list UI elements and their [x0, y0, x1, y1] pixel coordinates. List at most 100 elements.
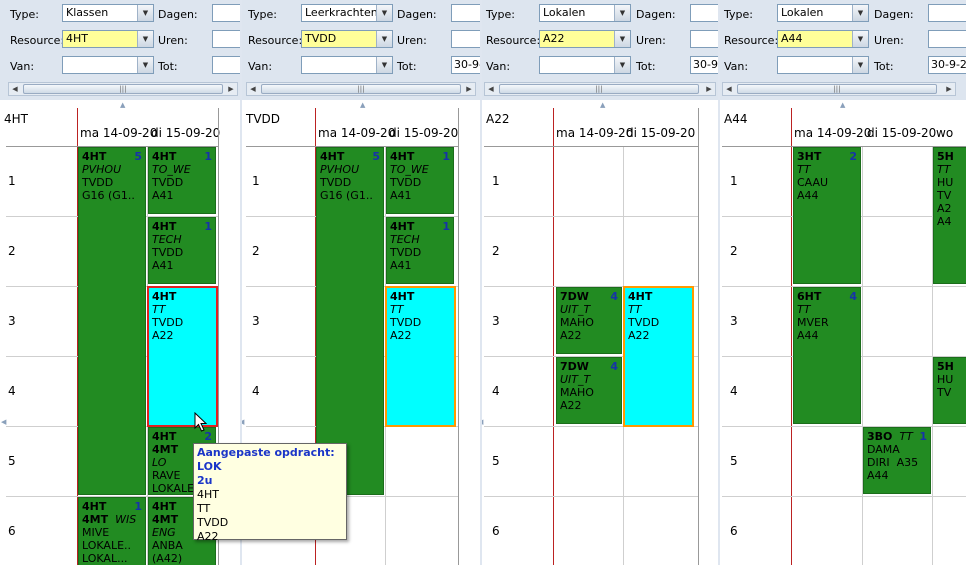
filter-bar: Type: Klassen ▼ Dagen: Resource: 4HT ▼ Ure…: [0, 0, 240, 100]
lesson-card[interactable]: 1 4HT TECH TVDD A41: [386, 217, 454, 284]
type-select[interactable]: Lokalen ▼: [539, 4, 631, 22]
splitter-left-icon[interactable]: ◀: [1, 418, 6, 426]
type-label: Type:: [248, 8, 277, 21]
period-2: 2: [492, 244, 500, 258]
uren-input[interactable]: [928, 30, 966, 48]
lesson-card[interactable]: 1 3BO TT DAMA DIRI A35 A44: [863, 427, 931, 494]
day-header-mon: ma 14-09-20: [318, 126, 396, 140]
selected-lesson-card[interactable]: 4HT TT TVDD A22: [385, 286, 456, 427]
scroll-left-icon[interactable]: ◀: [9, 83, 21, 95]
scroll-left-icon[interactable]: ◀: [247, 83, 259, 95]
horizontal-scrollbar[interactable]: ◀ ||| ▶: [484, 82, 716, 96]
chevron-down-icon[interactable]: ▼: [137, 57, 153, 73]
dagen-input[interactable]: [690, 4, 720, 22]
grid-resource-name: TVDD: [246, 112, 281, 126]
tot-input[interactable]: 30-9-20: [690, 56, 720, 74]
lesson-card[interactable]: 5H TT HU TV A2 A4: [933, 147, 966, 284]
lesson-card[interactable]: 1 4HT TECH TVDD A41: [148, 217, 216, 284]
resource-select[interactable]: 4HT ▼: [62, 30, 154, 48]
horizontal-scrollbar[interactable]: ◀ ||| ▶: [8, 82, 238, 96]
tooltip-line: TVDD: [197, 516, 229, 529]
resource-select[interactable]: A22 ▼: [539, 30, 631, 48]
selected-lesson-card[interactable]: 4HT TT TVDD A22: [623, 286, 694, 427]
uren-input[interactable]: [212, 30, 240, 48]
dagen-input[interactable]: [212, 4, 240, 22]
van-select[interactable]: ▼: [539, 56, 631, 74]
selected-lesson-card[interactable]: 4HT TT TVDD A22: [147, 286, 218, 427]
period-5: 5: [492, 454, 500, 468]
tot-input[interactable]: 30-9-20: [928, 56, 966, 74]
resource-select[interactable]: TVDD ▼: [301, 30, 393, 48]
chevron-down-icon[interactable]: ▼: [852, 31, 868, 47]
period-2: 2: [252, 244, 260, 258]
period-3: 3: [730, 314, 738, 328]
lesson-card[interactable]: 5H HU TV: [933, 357, 966, 424]
chevron-down-icon[interactable]: ▼: [137, 5, 153, 21]
lesson-card[interactable]: 1 4HT 4MT WIS MIVE LOKALE.. LOKAL...: [78, 497, 146, 565]
scroll-thumb[interactable]: |||: [261, 84, 461, 94]
scroll-right-icon[interactable]: ▶: [463, 83, 475, 95]
chevron-down-icon[interactable]: ▼: [614, 57, 630, 73]
scroll-left-icon[interactable]: ◀: [485, 83, 497, 95]
uren-input[interactable]: [451, 30, 480, 48]
scroll-thumb[interactable]: |||: [737, 84, 937, 94]
type-select[interactable]: Leerkrachten ▼: [301, 4, 393, 22]
day-header-mon: ma 14-09-20: [794, 126, 872, 140]
lesson-card[interactable]: 1 4HT TO_WE TVDD A41: [386, 147, 454, 214]
panel-splitter[interactable]: [480, 0, 482, 565]
chevron-down-icon[interactable]: ▼: [614, 31, 630, 47]
lesson-tooltip: Aangepaste opdracht: LOK 2u 4HT TT TVDD …: [193, 443, 347, 543]
scroll-thumb[interactable]: |||: [499, 84, 699, 94]
type-label: Type:: [10, 8, 39, 21]
lesson-card[interactable]: 1 4HT TO_WE TVDD A41: [148, 147, 216, 214]
chevron-down-icon[interactable]: ▼: [614, 5, 630, 21]
period-6: 6: [730, 524, 738, 538]
chevron-down-icon[interactable]: ▼: [137, 31, 153, 47]
day-header-tue: di 15-09-20: [626, 126, 696, 140]
dagen-input[interactable]: [928, 4, 966, 22]
period-6: 6: [492, 524, 500, 538]
chevron-down-icon[interactable]: ▼: [376, 5, 392, 21]
resource-label: Resource:: [10, 34, 65, 47]
dagen-input[interactable]: [451, 4, 480, 22]
period-1: 1: [730, 174, 738, 188]
horizontal-scrollbar[interactable]: ◀ ||| ▶: [246, 82, 476, 96]
day-header-mon: ma 14-09-20: [80, 126, 158, 140]
scroll-left-icon[interactable]: ◀: [723, 83, 735, 95]
chevron-down-icon[interactable]: ▼: [852, 57, 868, 73]
scroll-thumb[interactable]: |||: [23, 84, 223, 94]
lesson-card[interactable]: 4 7DW UIT_T MAHO A22: [556, 357, 622, 424]
van-select[interactable]: ▼: [777, 56, 869, 74]
dagen-label: Dagen:: [397, 8, 437, 21]
uren-label: Uren:: [874, 34, 904, 47]
lesson-card[interactable]: 5 4HT PVHOU TVDD G16 (G1..: [78, 147, 146, 495]
resource-select[interactable]: A44 ▼: [777, 30, 869, 48]
chevron-down-icon[interactable]: ▼: [852, 5, 868, 21]
lesson-card[interactable]: 2 3HT TT CAAU A44: [793, 147, 861, 284]
tot-label: Tot:: [397, 60, 417, 73]
uren-label: Uren:: [158, 34, 188, 47]
day-header-tue: di 15-09-20: [389, 126, 459, 140]
day-header-wed: wo: [936, 126, 954, 140]
type-select[interactable]: Lokalen ▼: [777, 4, 869, 22]
chevron-down-icon[interactable]: ▼: [376, 31, 392, 47]
tooltip-line: TT: [197, 502, 211, 515]
lesson-card[interactable]: 4 6HT TT MVER A44: [793, 287, 861, 424]
scroll-right-icon[interactable]: ▶: [225, 83, 237, 95]
scroll-right-icon[interactable]: ▶: [703, 83, 715, 95]
period-3: 3: [8, 314, 16, 328]
tot-label: Tot:: [874, 60, 894, 73]
van-select[interactable]: ▼: [62, 56, 154, 74]
tooltip-line: A22: [197, 530, 219, 543]
type-select[interactable]: Klassen ▼: [62, 4, 154, 22]
van-select[interactable]: ▼: [301, 56, 393, 74]
grid-resource-name: 4HT: [4, 112, 28, 126]
chevron-down-icon[interactable]: ▼: [376, 57, 392, 73]
tot-input[interactable]: 30-9-20: [451, 56, 480, 74]
lesson-card[interactable]: 4 7DW UIT_T MAHO A22: [556, 287, 622, 354]
tot-input[interactable]: [212, 56, 240, 74]
scroll-right-icon[interactable]: ▶: [943, 83, 955, 95]
horizontal-scrollbar[interactable]: ◀ ||| ▶: [722, 82, 956, 96]
panel-splitter[interactable]: [718, 0, 720, 565]
uren-input[interactable]: [690, 30, 720, 48]
